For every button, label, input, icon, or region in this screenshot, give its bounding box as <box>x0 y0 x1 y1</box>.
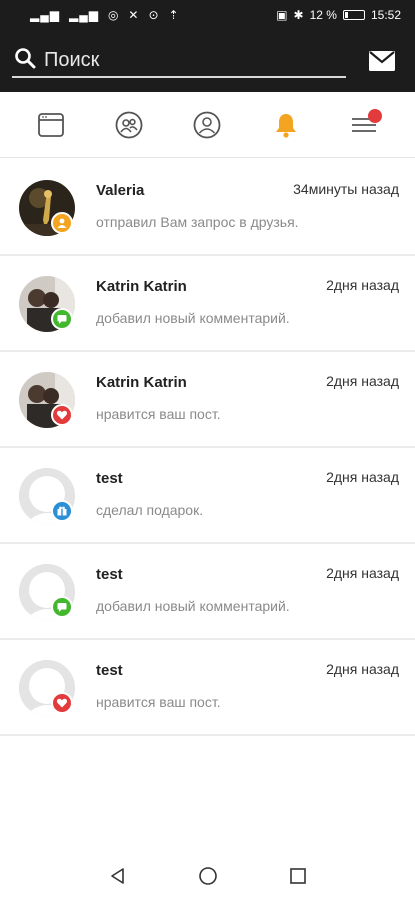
search-header <box>0 30 415 92</box>
search-field[interactable] <box>12 44 346 78</box>
comment-badge <box>51 596 73 618</box>
search-input[interactable] <box>44 48 334 72</box>
home-button[interactable] <box>195 863 221 889</box>
gift-icon <box>57 506 67 516</box>
notification-icon: ⊙ <box>148 8 160 22</box>
notification-message: отправил Вам запрос в друзья. <box>96 214 299 230</box>
signal-icon: ▂▄▆ <box>30 8 60 22</box>
home-icon <box>198 867 217 885</box>
comment-icon <box>57 315 67 324</box>
profile-icon <box>194 111 221 138</box>
notification-message: нравится ваш пост. <box>96 694 221 710</box>
notification-name: Katrin Katrin <box>96 278 187 295</box>
notification-message: сделал подарок. <box>96 502 204 518</box>
notification-time: 2дня назад <box>326 373 399 389</box>
notification-message: добавил новый комментарий. <box>96 310 290 326</box>
notification-icon: ✕ <box>128 8 140 22</box>
mail-icon <box>369 51 395 71</box>
signal-icon: ▂▄▆ <box>68 8 99 22</box>
status-icons-left: ▂▄▆ ▂▄▆ ◎ ✕ ⊙ ⇡ <box>30 8 180 22</box>
battery-percent: 12 % <box>309 8 337 22</box>
like-badge <box>51 692 73 714</box>
vibrate-icon: ▣ <box>276 8 288 22</box>
back-button[interactable] <box>105 863 131 889</box>
notification-row[interactable]: test 2дня назад добавил новый комментари… <box>0 544 415 640</box>
news-feed-icon <box>38 112 64 137</box>
tab-menu[interactable] <box>344 105 384 145</box>
system-nav-bar <box>0 852 415 900</box>
notification-name: Katrin Katrin <box>96 374 187 391</box>
battery-icon <box>342 10 365 20</box>
notification-time: 2дня назад <box>326 469 399 485</box>
notification-message: добавил новый комментарий. <box>96 598 290 614</box>
back-icon <box>110 868 124 884</box>
notification-row[interactable]: test 2дня назад сделал подарок. <box>0 448 415 544</box>
heart-icon <box>56 410 68 420</box>
notification-time: 34минуты назад <box>293 181 399 197</box>
bluetooth-icon: ✱ <box>293 8 304 22</box>
friends-icon <box>115 111 143 138</box>
notification-row[interactable]: test 2дня назад нравится ваш пост. <box>0 640 415 736</box>
recents-icon <box>289 868 306 884</box>
search-icon <box>14 47 36 74</box>
recents-button[interactable] <box>285 863 311 889</box>
upload-icon: ⇡ <box>168 8 180 22</box>
tab-profile[interactable] <box>187 105 227 145</box>
status-icons-right: ▣ ✱ 12 % 15:52 <box>276 8 401 22</box>
notification-time: 2дня назад <box>326 565 399 581</box>
like-badge <box>51 404 73 426</box>
tab-news-feed[interactable] <box>31 105 71 145</box>
bell-icon <box>275 113 296 138</box>
notification-name: test <box>96 566 123 583</box>
notification-name: Valeria <box>96 182 145 199</box>
heart-icon <box>56 698 68 708</box>
comment-icon <box>57 603 67 612</box>
notification-time: 2дня назад <box>326 277 399 293</box>
friend-request-icon <box>57 218 67 228</box>
clock: 15:52 <box>370 8 401 22</box>
notification-name: test <box>96 662 123 679</box>
notification-list: Valeria 34минуты назад отправил Вам запр… <box>0 160 415 736</box>
tab-friends[interactable] <box>109 105 149 145</box>
notification-icon: ◎ <box>107 8 120 22</box>
notification-name: test <box>96 470 123 487</box>
menu-badge <box>367 108 382 123</box>
notification-message: нравится ваш пост. <box>96 406 221 422</box>
status-bar: ▂▄▆ ▂▄▆ ◎ ✕ ⊙ ⇡ ▣ ✱ 12 % 15:52 <box>0 0 415 30</box>
tab-bar <box>0 92 415 158</box>
comment-badge <box>51 308 73 330</box>
notification-row[interactable]: Katrin Katrin 2дня назад нравится ваш по… <box>0 352 415 448</box>
messages-button[interactable] <box>366 48 398 74</box>
gift-badge <box>51 500 73 522</box>
notification-row[interactable]: Katrin Katrin 2дня назад добавил новый к… <box>0 256 415 352</box>
notification-time: 2дня назад <box>326 661 399 677</box>
tab-notifications[interactable] <box>266 105 306 145</box>
notification-row[interactable]: Valeria 34минуты назад отправил Вам запр… <box>0 160 415 256</box>
friend-request-badge <box>51 212 73 234</box>
